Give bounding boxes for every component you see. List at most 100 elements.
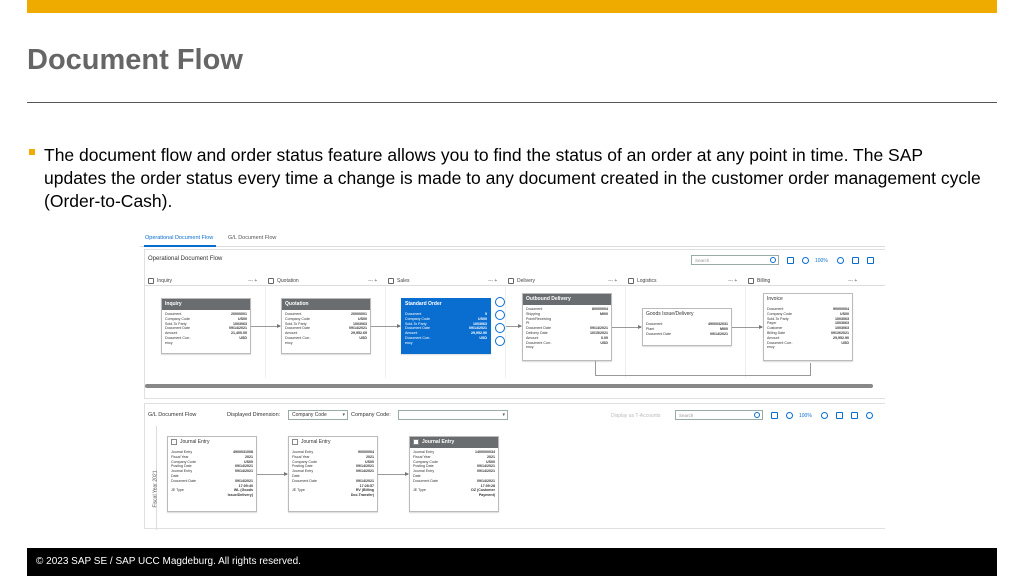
card-title: Invoice xyxy=(764,294,852,305)
journal-entry-card[interactable]: Journal Entry Journal Entry 90000004 Fisca… xyxy=(288,436,378,512)
search-icon[interactable] xyxy=(754,412,760,418)
field-value: 09/14/2021 xyxy=(235,469,253,474)
zoom-out-icon[interactable] xyxy=(837,257,844,264)
card-field-row: Document Date 09/14/2021 xyxy=(646,332,728,337)
card-title: Goods Issue/Delivery xyxy=(643,309,731,320)
gl-search-input[interactable]: Search xyxy=(675,410,763,420)
displayed-dimension-label: Displayed Dimension: xyxy=(227,412,281,418)
journal-entry-card[interactable]: Journal Entry Journal Entry 1400000034 Fis… xyxy=(409,436,499,512)
document-card-quotation[interactable]: Quotation Document 20000001 Company Code US… xyxy=(281,298,371,354)
quotation-icon xyxy=(268,278,274,284)
search-icon[interactable] xyxy=(770,257,776,263)
open-icon[interactable] xyxy=(495,310,505,320)
tab-operational-document-flow[interactable]: Operational Document Flow xyxy=(145,235,213,241)
flow-connector xyxy=(810,363,811,375)
card-field-row: ency xyxy=(405,341,487,346)
stage-divider xyxy=(745,286,746,378)
slide-title: Document Flow xyxy=(27,44,243,76)
stage-controls[interactable]: --- + xyxy=(728,276,737,286)
billing-icon xyxy=(748,278,754,284)
flow-arrow xyxy=(506,324,522,328)
field-value: Doc.Transfer) xyxy=(350,493,374,498)
active-tab-indicator xyxy=(144,245,216,247)
card-field-row: ency xyxy=(767,345,849,350)
search-input[interactable]: Search xyxy=(691,255,779,265)
checkbox[interactable] xyxy=(413,438,419,445)
horizontal-scrollbar[interactable] xyxy=(145,384,873,388)
stage-controls[interactable]: --- + xyxy=(488,276,497,286)
displayed-dimension-select[interactable]: Company Code ▾ xyxy=(288,410,348,420)
field-value: USD xyxy=(359,335,367,340)
stage-divider xyxy=(265,286,266,378)
zoom-out-icon[interactable] xyxy=(821,412,828,419)
share-icon[interactable] xyxy=(495,323,505,333)
document-card-standard-order[interactable]: Standard Order Document 5 Company Code US00… xyxy=(401,298,491,354)
card-title: Journal Entry xyxy=(410,437,498,448)
stage-controls[interactable]: --- + xyxy=(368,276,377,286)
document-card-outbound-delivery[interactable]: Outbound Delivery Document 80000004 Shippi… xyxy=(522,293,612,361)
zoom-in-icon[interactable] xyxy=(786,412,793,419)
stage-sales: Sales xyxy=(387,276,410,286)
table-view-icon[interactable] xyxy=(787,257,794,264)
footer: © 2023 SAP SE / SAP UCC Magdeburg. All r… xyxy=(27,548,997,576)
checkbox[interactable] xyxy=(292,438,298,445)
tab-bar: Operational Document Flow G/L Document F… xyxy=(140,229,885,247)
card-field-row: Doc.Transfer) xyxy=(292,493,374,498)
stage-divider xyxy=(505,286,506,378)
field-value: MI00 xyxy=(600,311,608,316)
stage-controls[interactable]: --- + xyxy=(848,276,857,286)
checkbox[interactable] xyxy=(171,438,177,445)
flow-arrow xyxy=(732,325,763,329)
document-card-invoice[interactable]: Invoice Document 90000004 Company Code US00… xyxy=(763,293,853,361)
screen-icon[interactable] xyxy=(852,257,859,264)
flow-connector xyxy=(595,375,811,376)
card-title: Journal Entry xyxy=(289,437,377,448)
stage-divider xyxy=(385,286,386,378)
tab-gl-document-flow[interactable]: G/L Document Flow xyxy=(228,235,276,241)
details-icon[interactable] xyxy=(495,297,505,307)
stage-quotation: Quotation xyxy=(267,276,299,286)
company-code-select[interactable]: ▾ xyxy=(398,410,508,420)
card-field-row: ency xyxy=(526,345,608,350)
field-label: ency xyxy=(767,345,775,350)
flow-arrow xyxy=(378,472,409,476)
field-label: ency xyxy=(526,345,534,350)
document-card-goods-issue[interactable]: Goods Issue/Delivery Document 4900032031 P… xyxy=(642,308,732,346)
operational-document-flow-panel: Operational Document Flow Search 100% In… xyxy=(144,249,885,399)
displayed-dimension-value: Company Code xyxy=(292,412,327,418)
zoom-level: 100% xyxy=(799,413,812,419)
logistics-icon xyxy=(628,278,634,284)
field-label: JE Type xyxy=(171,488,184,493)
field-label: Document Date xyxy=(646,331,671,336)
search-placeholder: Search xyxy=(695,258,710,263)
fullscreen-icon[interactable] xyxy=(867,257,874,264)
stage-inquiry: Inquiry xyxy=(147,276,172,286)
field-value: USD xyxy=(600,340,608,345)
flow-arrow xyxy=(612,325,642,329)
screen-icon[interactable] xyxy=(836,412,843,419)
fullscreen-icon[interactable] xyxy=(851,412,858,419)
top-accent-bar xyxy=(27,0,997,13)
card-field-row: Payment) xyxy=(413,493,495,498)
inquiry-icon xyxy=(148,278,154,284)
more-icon[interactable] xyxy=(495,336,505,346)
settings-icon[interactable] xyxy=(866,412,873,419)
stage-billing: Billing xyxy=(747,276,770,286)
field-value: USD xyxy=(239,335,247,340)
journal-entry-card[interactable]: Journal Entry Journal Entry 4900031008 Fis… xyxy=(167,436,257,512)
card-title: Quotation xyxy=(282,299,370,310)
card-title: Outbound Delivery xyxy=(523,294,611,305)
display-as-t-accounts-link[interactable]: Display as T-Accounts xyxy=(611,413,660,419)
card-field-row: ency xyxy=(165,341,247,346)
document-card-inquiry[interactable]: Inquiry Document 20000001 Company Code US00… xyxy=(161,298,251,354)
table-view-icon[interactable] xyxy=(771,412,778,419)
field-value: USD xyxy=(479,335,487,340)
company-code-label: Company Code: xyxy=(351,412,391,418)
stage-header-row: Inquiry --- + Quotation --- + Sales --- … xyxy=(145,276,885,286)
zoom-in-icon[interactable] xyxy=(802,257,809,264)
flow-connector xyxy=(595,361,596,375)
stage-controls[interactable]: --- + xyxy=(608,276,617,286)
field-value: USD xyxy=(841,340,849,345)
stage-controls[interactable]: --- + xyxy=(248,276,257,286)
flow-arrow xyxy=(257,472,288,476)
